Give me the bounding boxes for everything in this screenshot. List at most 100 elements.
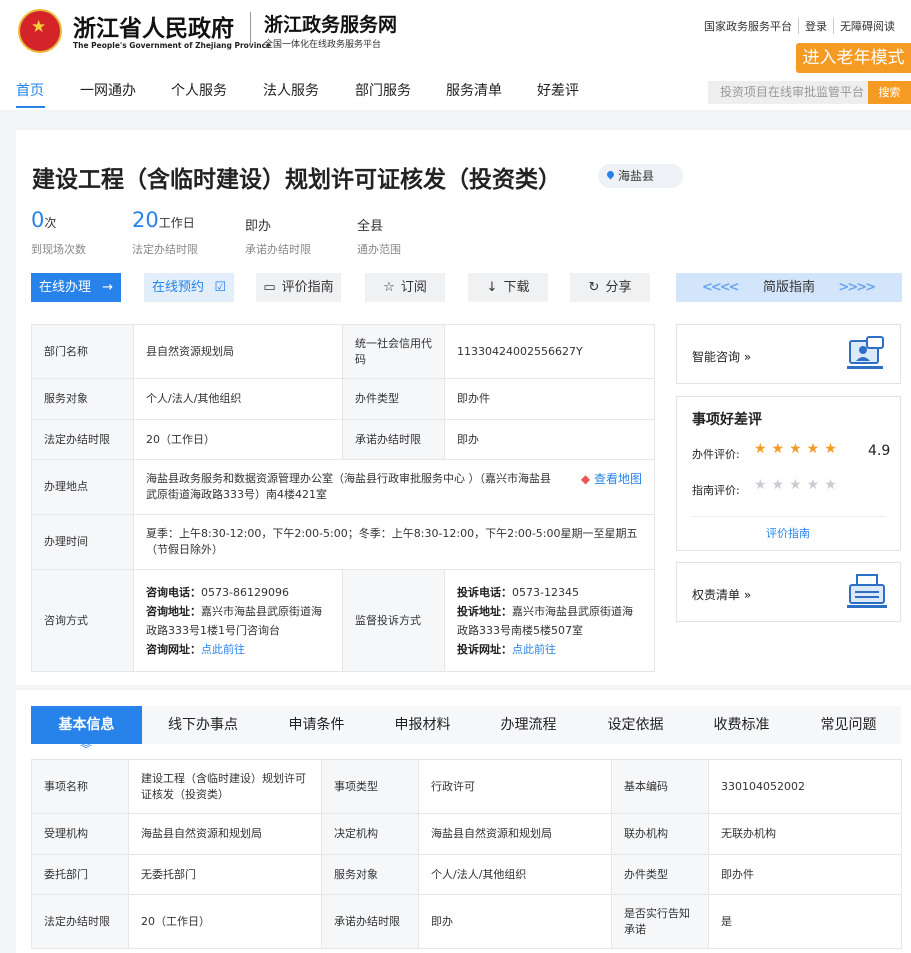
table-row: 咨询方式 咨询电话：0573-86129096 咨询地址：嘉兴市海盐县武原街道海… [31, 569, 655, 672]
simple-guide-button[interactable]: <<<< 简版指南 >>>> [676, 273, 902, 302]
accessibility-link[interactable]: 无障碍阅读 [833, 18, 901, 34]
consult-web-link[interactable]: 点此前往 [201, 643, 245, 656]
eval-guide-button[interactable]: ▭ 评价指南 [256, 273, 341, 302]
cell-accept-org-label: 受理机构 [31, 813, 129, 855]
service-subtitle: 全国一体化在线政务服务平台 [264, 40, 382, 50]
time-label: 办理时间 [31, 514, 134, 570]
online-reserve-label: 在线预约 [152, 280, 205, 295]
cell-entrust: 无委托部门 [128, 854, 322, 895]
stat-visits-label: 到现场次数 [31, 243, 86, 256]
eval-guide-link[interactable]: 评价指南 [766, 525, 810, 541]
download-label: 下载 [503, 280, 530, 295]
dept-value: 县自然资源规划局 [133, 324, 343, 379]
type-value-link[interactable]: 即办件 [444, 378, 655, 420]
download-button[interactable]: ↓ 下载 [468, 273, 548, 302]
complain-phone: 0573-12345 [512, 585, 579, 599]
gov-name[interactable]: 浙江省人民政府 [73, 9, 234, 43]
nav-service-list[interactable]: 服务清单 [446, 80, 502, 100]
nav-corporate[interactable]: 法人服务 [263, 80, 319, 100]
logo-divider [250, 12, 251, 48]
chevron-right-icon: » [743, 350, 752, 364]
review-divider [691, 516, 886, 517]
share-label: 分享 [605, 280, 632, 295]
table-row: 法定办结时限 20（工作日） 承诺办结时限 即办 [31, 419, 655, 460]
review-card: 事项好差评 办件评价: ★★★★★ 4.9 指南评价: ★★★★★ 评价指南 [676, 396, 901, 551]
double-chevron-right-icon: >>>> [838, 280, 876, 295]
complain-cell: 投诉电话：0573-12345 投诉地址：嘉兴市海盐县武原街道海政路333号南楼… [444, 569, 655, 672]
target-value: 个人/法人/其他组织 [133, 378, 343, 420]
cell-entrust-label: 委托部门 [31, 854, 129, 895]
stat-promise: 即办 [245, 215, 271, 234]
subscribe-button[interactable]: ☆ 订阅 [365, 273, 445, 302]
consult-icon [847, 336, 884, 369]
simple-guide-label: 简版指南 [762, 280, 815, 295]
table-row: 服务对象 个人/法人/其他组织 办件类型 即办件 [31, 378, 655, 420]
tab-basic-info[interactable]: 基本信息 [31, 706, 142, 744]
cell-target-label: 服务对象 [321, 854, 419, 895]
review-title: 事项好差评 [692, 412, 762, 428]
consult-web-key: 咨询网址： [146, 642, 201, 656]
stat-legal-num: 20 [132, 208, 159, 232]
elder-mode-button[interactable]: 进入老年模式 [796, 43, 911, 73]
double-chevron-down-icon: ︾ [80, 742, 93, 756]
promise-label: 承诺办结时限 [342, 419, 445, 460]
table-row: 委托部门 无委托部门 服务对象 个人/法人/其他组织 办件类型 即办件 [31, 854, 902, 895]
table-row: 办理时间 夏季：上午8:30-12:00，下午2:00-5:00；冬季：上午8:… [31, 514, 655, 570]
cell-promise-label: 承诺办结时限 [321, 894, 419, 949]
share-button[interactable]: ↻ 分享 [570, 273, 650, 302]
tab-offline-points[interactable]: 线下办事点 [148, 706, 258, 744]
service-name[interactable]: 浙江政务服务网 [264, 10, 397, 37]
eval-guide-label: 评价指南 [281, 280, 334, 295]
search-button[interactable]: 搜索 [868, 81, 911, 104]
table-row: 受理机构 海盐县自然资源和规划局 决定机构 海盐县自然资源和规划局 联办机构 无… [31, 813, 902, 855]
nav-personal[interactable]: 个人服务 [171, 80, 227, 100]
top-links: 国家政务服务平台 登录 无障碍阅读 [698, 18, 901, 34]
stat-legal-unit: 工作日 [158, 216, 195, 230]
online-reserve-button[interactable]: 在线预约 ☑ [144, 273, 234, 302]
tab-faq[interactable]: 常见问题 [796, 706, 901, 744]
nav-home[interactable]: 首页 [16, 80, 44, 100]
cell-target: 个人/法人/其他组织 [418, 854, 612, 895]
credit-value: 11330424002556627Y [444, 324, 655, 379]
tab-basis[interactable]: 设定依据 [583, 706, 688, 744]
gov-name-en: The People's Government of Zhejiang Prov… [73, 41, 272, 50]
tab-fees[interactable]: 收费标准 [689, 706, 794, 744]
download-icon: ↓ [486, 280, 498, 295]
smart-consult-card[interactable]: 智能咨询 » [676, 324, 901, 384]
complain-label: 监督投诉方式 [342, 569, 445, 672]
stat-promise-text: 即办 [245, 219, 272, 234]
type-label: 办件类型 [342, 378, 445, 420]
login-link[interactable]: 登录 [798, 18, 833, 34]
cell-code: 330104052002 [708, 759, 902, 814]
nav-department[interactable]: 部门服务 [355, 80, 411, 100]
complain-addr-key: 投诉地址： [457, 604, 512, 618]
tab-conditions[interactable]: 申请条件 [264, 706, 369, 744]
nav-one-stop[interactable]: 一网通办 [80, 80, 136, 100]
view-map-link[interactable]: ◆ 查看地图 [581, 471, 642, 487]
online-apply-button[interactable]: 在线办理 → [31, 273, 121, 302]
calendar-icon: ☑ [214, 280, 226, 295]
complain-web-link[interactable]: 点此前往 [512, 643, 556, 656]
cell-office-type-link[interactable]: 即办件 [708, 854, 902, 895]
guide-rating-stars: ★★★★★ [754, 477, 842, 493]
nav-review[interactable]: 好差评 [537, 80, 579, 100]
cell-joint-org-label: 联办机构 [611, 813, 709, 855]
place-value: 海盐县政务服务和数据资源管理办公室（海盐县行政审批服务中心 ）（嘉兴市海盐县武原… [146, 472, 551, 501]
target-label: 服务对象 [31, 378, 134, 420]
cell-item-type: 行政许可 [418, 759, 612, 814]
typewriter-icon [847, 574, 887, 608]
office-score: 4.9 [868, 443, 891, 459]
power-list-card[interactable]: 权责清单 » [676, 562, 901, 622]
smart-consult-label: 智能咨询 [692, 350, 741, 364]
place-label: 办理地点 [31, 459, 134, 515]
national-platform-link[interactable]: 国家政务服务平台 [698, 18, 798, 34]
stat-legal-label: 法定办结时限 [132, 243, 198, 256]
cell-item-name-label: 事项名称 [31, 759, 129, 814]
stat-visits: 0次 [31, 208, 56, 232]
stat-scope: 全县 [357, 215, 383, 234]
tab-materials[interactable]: 申报材料 [370, 706, 475, 744]
search-input[interactable]: 投资项目在线审批监管平台 [708, 81, 868, 104]
cell-promise: 即办 [418, 894, 612, 949]
tab-process[interactable]: 办理流程 [476, 706, 581, 744]
table-row: 事项名称 建设工程（含临时建设）规划许可证核发（投资类） 事项类型 行政许可 基… [31, 759, 902, 814]
